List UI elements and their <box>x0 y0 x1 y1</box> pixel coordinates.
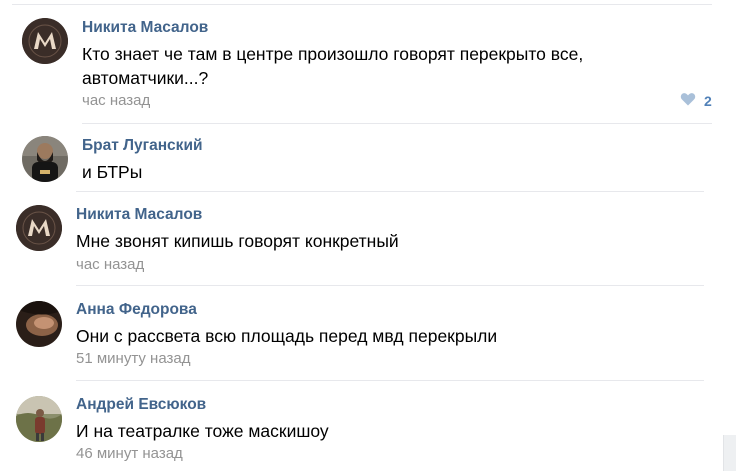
comment-text-line-1: Кто знает че там в центре произошло гово… <box>82 44 584 64</box>
comment-text-line-1: Мне звонят кипишь говорят конкретный <box>76 231 399 251</box>
comment-text-line-1: Они с рассвета всю площадь перед мвд пер… <box>76 326 498 346</box>
author-name[interactable]: Никита Масалов <box>76 206 202 224</box>
m-logo-avatar-icon <box>22 18 68 64</box>
timestamp[interactable]: час назад <box>76 256 144 273</box>
m-logo-avatar-icon <box>16 205 62 251</box>
comment-1: Никита Масалов Кто знает че там в центре… <box>0 0 736 124</box>
like-count: 2 <box>704 92 712 109</box>
scroll-corner <box>723 435 736 471</box>
author-name[interactable]: Анна Федорова <box>76 301 197 319</box>
avatar[interactable] <box>16 396 62 442</box>
timestamp[interactable]: 46 минут назад <box>76 445 183 462</box>
comment-3: Никита Масалов Мне звонят кипишь говорят… <box>0 192 736 286</box>
comment-2: Брат Луганский и БТРы <box>0 124 736 192</box>
outdoor-photo-avatar-icon <box>16 396 62 442</box>
timestamp[interactable]: час назад <box>82 92 150 109</box>
like-button[interactable]: 2 <box>680 92 712 109</box>
avatar[interactable] <box>22 136 68 182</box>
author-name[interactable]: Брат Луганский <box>82 137 203 155</box>
bearded-man-avatar-icon <box>22 136 68 182</box>
avatar[interactable] <box>22 18 68 64</box>
avatar[interactable] <box>16 301 62 347</box>
author-name[interactable]: Никита Масалов <box>82 19 208 37</box>
comment-5: Андрей Евсюков И на театралке тоже маски… <box>0 381 736 471</box>
author-name[interactable]: Андрей Евсюков <box>76 396 206 414</box>
comment-text-line-1: и БТРы <box>82 162 143 182</box>
comment-text-line-2: автоматчики...? <box>82 68 209 88</box>
comment-text-line-1: И на театралке тоже маскишоу <box>76 421 329 441</box>
photo-avatar-icon <box>16 301 62 347</box>
timestamp[interactable]: 51 минуту назад <box>76 350 190 367</box>
heart-icon <box>680 92 696 109</box>
avatar[interactable] <box>16 205 62 251</box>
comment-4: Анна Федорова Они с рассвета всю площадь… <box>0 286 736 380</box>
